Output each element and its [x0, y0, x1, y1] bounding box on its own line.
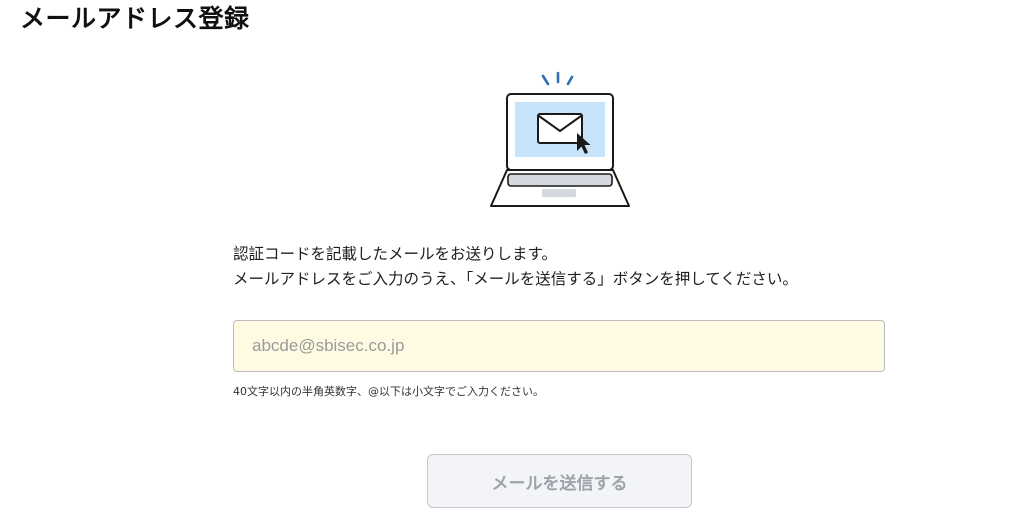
laptop-mail-icon [484, 70, 634, 212]
instruction-line-2: メールアドレスをご入力のうえ、「メールを送信する」ボタンを押してください。 [233, 270, 798, 288]
spark-icon [541, 71, 574, 86]
email-hint: 40文字以内の半角英数字、@以下は小文字でご入力ください。 [233, 385, 544, 398]
page-title: メールアドレス登録 [20, 4, 250, 33]
touchpad [542, 189, 576, 197]
send-mail-button[interactable]: メールを送信する [427, 454, 692, 508]
instruction-text: 認証コードを記載したメールをお送りします。 メールアドレスをご入力のうえ、「メー… [233, 242, 933, 292]
mail-icon [537, 113, 583, 144]
keyboard [507, 173, 613, 187]
email-input[interactable] [233, 320, 885, 372]
instruction-line-1: 認証コードを記載したメールをお送りします。 [233, 245, 557, 263]
